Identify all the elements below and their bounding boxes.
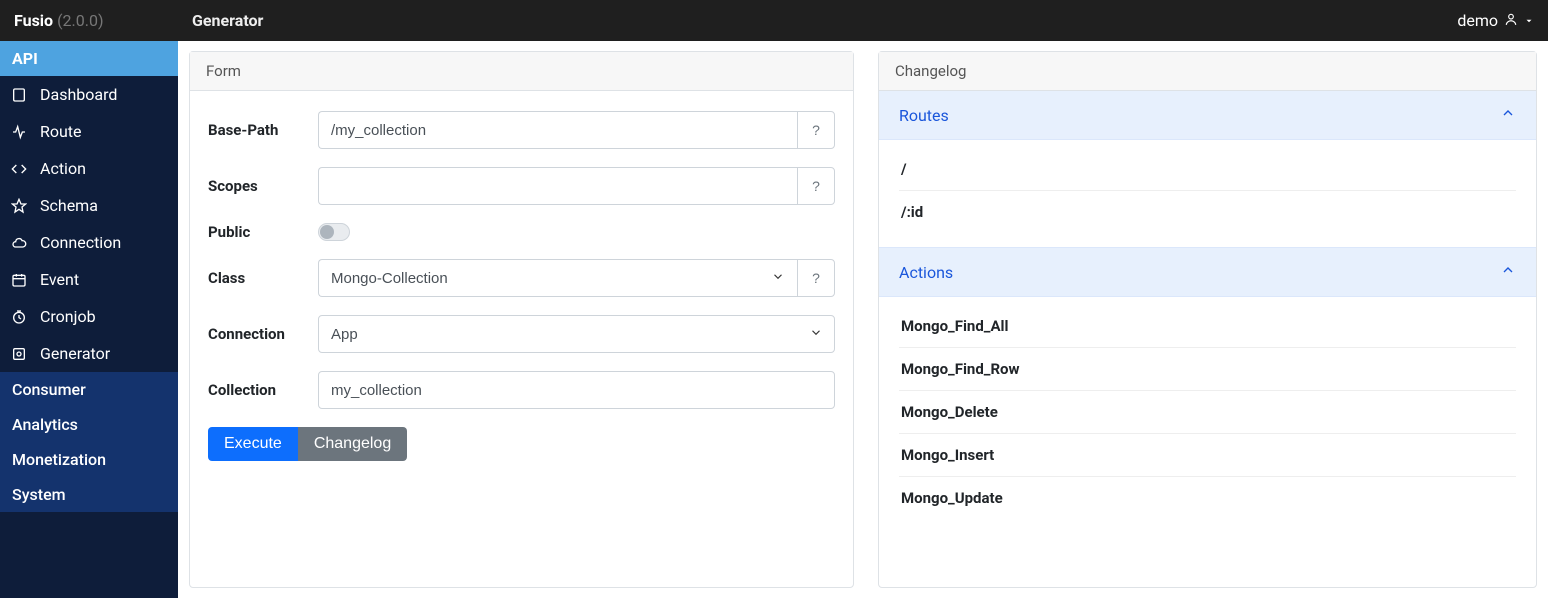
sidebar-group-analytics[interactable]: Analytics [0,407,178,442]
public-label: Public [208,223,318,241]
changelog-button[interactable]: Changelog [298,427,407,461]
sidebar-group-api[interactable]: API [0,41,178,76]
collection-input[interactable] [318,371,835,409]
route-icon [10,123,28,141]
star-icon [10,197,28,215]
brand-version: (2.0.0) [57,11,103,30]
cloud-icon [10,234,28,252]
clock-icon [10,308,28,326]
collection-label: Collection [208,381,318,399]
sidebar-item-schema[interactable]: Schema [0,187,178,224]
base-path-help-button[interactable]: ? [797,111,835,149]
sidebar-group-system[interactable]: System [0,477,178,512]
sidebar-item-cronjob[interactable]: Cronjob [0,298,178,335]
sidebar-item-label: Event [40,270,79,289]
scopes-help-button[interactable]: ? [797,167,835,205]
user-icon [1504,11,1518,30]
sidebar-item-label: Cronjob [40,307,96,326]
sidebar-item-connection[interactable]: Connection [0,224,178,261]
connection-select[interactable]: App [318,315,835,353]
scopes-label: Scopes [208,177,318,195]
dashboard-icon [10,86,28,104]
scopes-input[interactable] [318,167,797,205]
form-panel-title: Form [190,52,853,91]
list-item: Mongo_Find_All [899,305,1516,348]
accordion-title: Actions [899,263,953,282]
sidebar-item-dashboard[interactable]: Dashboard [0,76,178,113]
list-item: /:id [899,191,1516,233]
accordion-title: Routes [899,106,949,125]
class-label: Class [208,269,318,287]
sidebar-item-label: Action [40,159,86,178]
chevron-up-icon [1500,105,1516,125]
toggle-knob [320,225,334,239]
generator-icon [10,345,28,363]
form-panel: Form Base-Path ? Scopes ? [189,51,854,588]
base-path-label: Base-Path [208,121,318,139]
list-item: / [899,148,1516,191]
changelog-panel-title: Changelog [879,52,1536,91]
sidebar-item-label: Dashboard [40,85,117,104]
topbar: Fusio (2.0.0) Generator demo [0,0,1548,41]
execute-button[interactable]: Execute [208,427,298,461]
sidebar: API Dashboard Route Action Schema Connec… [0,41,178,598]
accordion-header-actions[interactable]: Actions [879,247,1536,297]
sidebar-item-label: Connection [40,233,121,252]
accordion-body-actions: Mongo_Find_All Mongo_Find_Row Mongo_Dele… [879,297,1536,533]
class-help-button[interactable]: ? [797,259,835,297]
class-select[interactable]: Mongo-Collection [318,259,797,297]
calendar-icon [10,271,28,289]
user-name: demo [1457,11,1498,30]
brand-name: Fusio [14,11,53,30]
user-menu[interactable]: demo [1457,11,1534,30]
chevron-up-icon [1500,262,1516,282]
connection-label: Connection [208,325,318,343]
list-item: Mongo_Delete [899,391,1516,434]
sidebar-item-action[interactable]: Action [0,150,178,187]
sidebar-group-consumer[interactable]: Consumer [0,372,178,407]
list-item: Mongo_Update [899,477,1516,519]
sidebar-item-event[interactable]: Event [0,261,178,298]
accordion-header-routes[interactable]: Routes [879,91,1536,140]
list-item: Mongo_Find_Row [899,348,1516,391]
sidebar-item-route[interactable]: Route [0,113,178,150]
sidebar-item-label: Route [40,122,82,141]
accordion-body-routes: / /:id [879,140,1536,247]
list-item: Mongo_Insert [899,434,1516,477]
caret-down-icon [1524,11,1534,30]
sidebar-item-label: Generator [40,344,110,363]
sidebar-item-label: Schema [40,196,98,215]
page-title: Generator [192,11,263,30]
sidebar-group-monetization[interactable]: Monetization [0,442,178,477]
public-toggle[interactable] [318,223,350,241]
base-path-input[interactable] [318,111,797,149]
sidebar-item-generator[interactable]: Generator [0,335,178,372]
code-icon [10,160,28,178]
changelog-panel: Changelog Routes / /:id Actions Mongo_Fi… [878,51,1537,588]
